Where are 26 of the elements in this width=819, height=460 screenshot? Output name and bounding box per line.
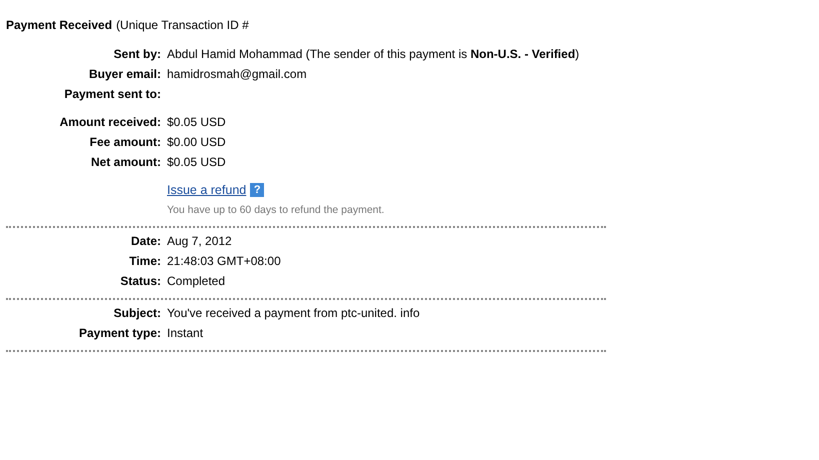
refund-note: You have up to 60 days to refund the payment. bbox=[167, 204, 386, 216]
field-label: Amount received: bbox=[58, 115, 161, 129]
page-title: Payment Received bbox=[6, 18, 112, 32]
field-value: Aug 7, 2012 bbox=[167, 234, 233, 248]
field-label: Payment type: bbox=[78, 326, 161, 340]
field-label: Time: bbox=[128, 254, 161, 268]
field-label: Net amount: bbox=[90, 155, 161, 169]
transaction-id-label: (Unique Transaction ID # bbox=[116, 18, 249, 32]
field-value: hamidrosmah@gmail.com bbox=[167, 67, 308, 81]
field-label: Status: bbox=[119, 274, 161, 288]
field-label: Date: bbox=[130, 234, 161, 248]
field-value: $0.00 USD bbox=[167, 135, 227, 149]
field-label: Subject: bbox=[112, 306, 161, 320]
field-label: Sent by: bbox=[112, 47, 161, 61]
field-label: Payment sent to: bbox=[63, 87, 161, 101]
field-label: Buyer email: bbox=[88, 67, 161, 81]
refund-link[interactable]: Issue a refund bbox=[167, 183, 246, 197]
help-icon[interactable]: ? bbox=[250, 183, 264, 197]
field-value: $0.05 USD bbox=[167, 115, 227, 129]
field-value: $0.05 USD bbox=[167, 155, 227, 169]
field-value: Abdul Hamid Mohammad (The sender of this payment is Non-U.S. - Verified) bbox=[167, 47, 580, 61]
field-value: Instant bbox=[167, 326, 204, 340]
field-value: 21:48:03 GMT+08:00 bbox=[167, 254, 282, 268]
field-label: Fee amount: bbox=[88, 135, 161, 149]
field-value: You've received a payment from ptc-united. info bbox=[167, 306, 421, 320]
field-value: Completed bbox=[167, 274, 226, 288]
